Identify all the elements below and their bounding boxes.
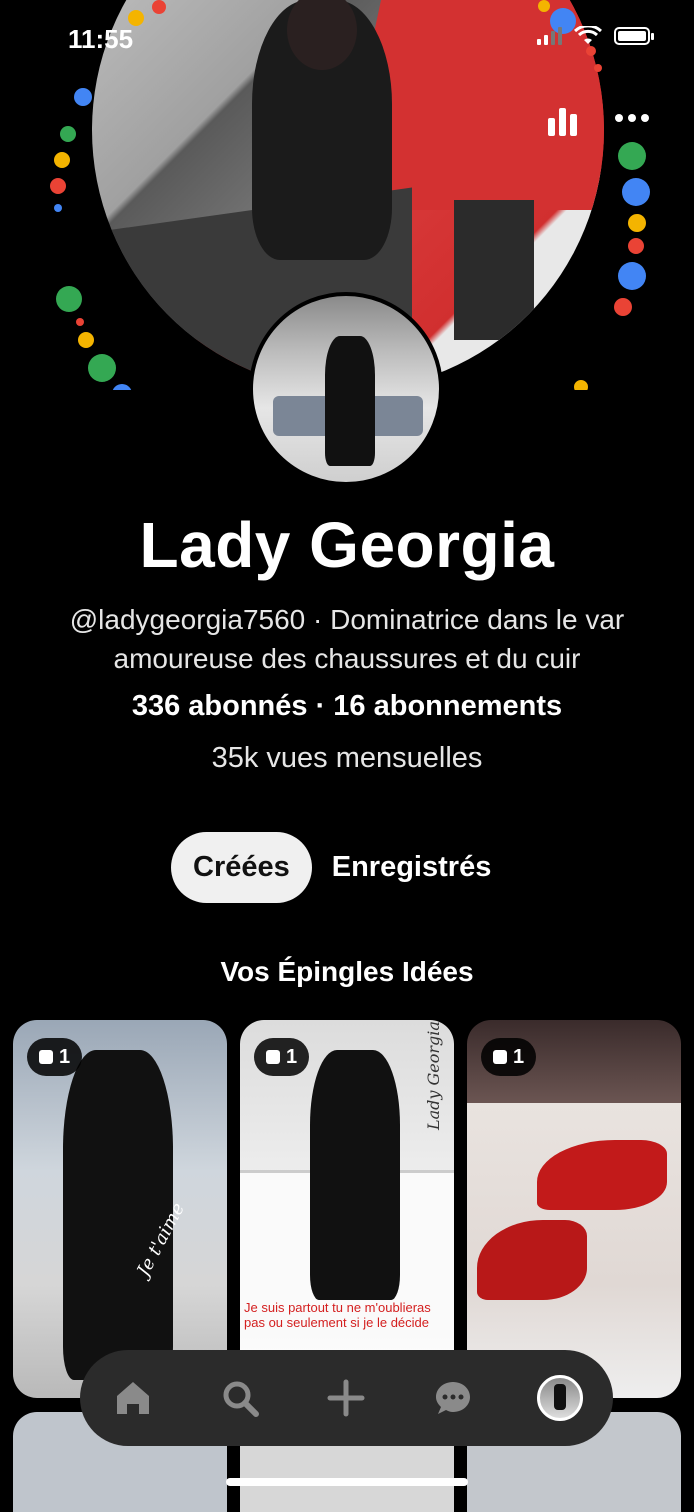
decor-dot [574,380,588,390]
profile-bio: @ladygeorgia7560 · Dominatrice dans le v… [69,604,625,674]
decor-dot [618,262,646,290]
decor-dot [628,238,644,254]
more-options-icon[interactable] [612,100,652,136]
decor-dot [50,178,66,194]
pages-icon [39,1050,53,1064]
wifi-icon [574,26,602,44]
pin-card[interactable]: 1 Lady Georgia Je suis partout tu ne m'o… [240,1020,454,1398]
search-icon[interactable] [214,1372,266,1424]
status-time: 11:55 [68,24,134,54]
analytics-icon[interactable] [544,100,580,136]
decor-dot [76,318,84,326]
decor-dot [614,298,632,316]
home-icon[interactable] [107,1372,159,1424]
profile-avatar[interactable] [249,292,443,486]
pages-icon [266,1050,280,1064]
decor-dot [60,126,76,142]
messages-icon[interactable] [427,1372,479,1424]
tab-saved[interactable]: Enregistrés [332,832,492,903]
decor-dot [538,0,550,12]
nav-profile-avatar[interactable] [534,1372,586,1424]
profile-tabs: Créées Enregistrés [171,832,491,903]
home-indicator [226,1478,468,1486]
pin-caption: Je suis partout tu ne m'oublieras pas ou… [244,1300,431,1330]
decor-dot [594,64,602,72]
cellular-signal-icon [537,27,562,45]
pin-page-count: 1 [481,1038,537,1076]
battery-icon [614,27,654,45]
pin-page-count: 1 [254,1038,310,1076]
pages-icon [493,1050,507,1064]
pin-overlay-text: Lady Georgia [424,1021,443,1130]
decor-dot [586,46,596,56]
bottom-nav [80,1350,613,1446]
decor-dot [78,332,94,348]
decor-dot [618,142,646,170]
profile-name: Lady Georgia [139,509,555,581]
decor-dot [628,214,646,232]
pin-card[interactable]: 1 [467,1020,681,1398]
section-title: Vos Épingles Idées [220,956,474,987]
status-icons [537,26,654,46]
follow-counts[interactable]: 336 abonnés · 16 abonnements [0,690,694,723]
decor-dot [54,204,62,212]
add-icon[interactable] [320,1372,372,1424]
pin-page-count: 1 [27,1038,83,1076]
tab-created[interactable]: Créées [171,832,312,903]
pin-card[interactable]: 1 Je t'aime [13,1020,227,1398]
decor-dot [622,178,650,206]
decor-dot [56,286,82,312]
decor-dot [74,88,92,106]
decor-dot [88,354,116,382]
decor-dot [152,0,166,14]
decor-dot [54,152,70,168]
monthly-views: 35k vues mensuelles [211,742,483,774]
